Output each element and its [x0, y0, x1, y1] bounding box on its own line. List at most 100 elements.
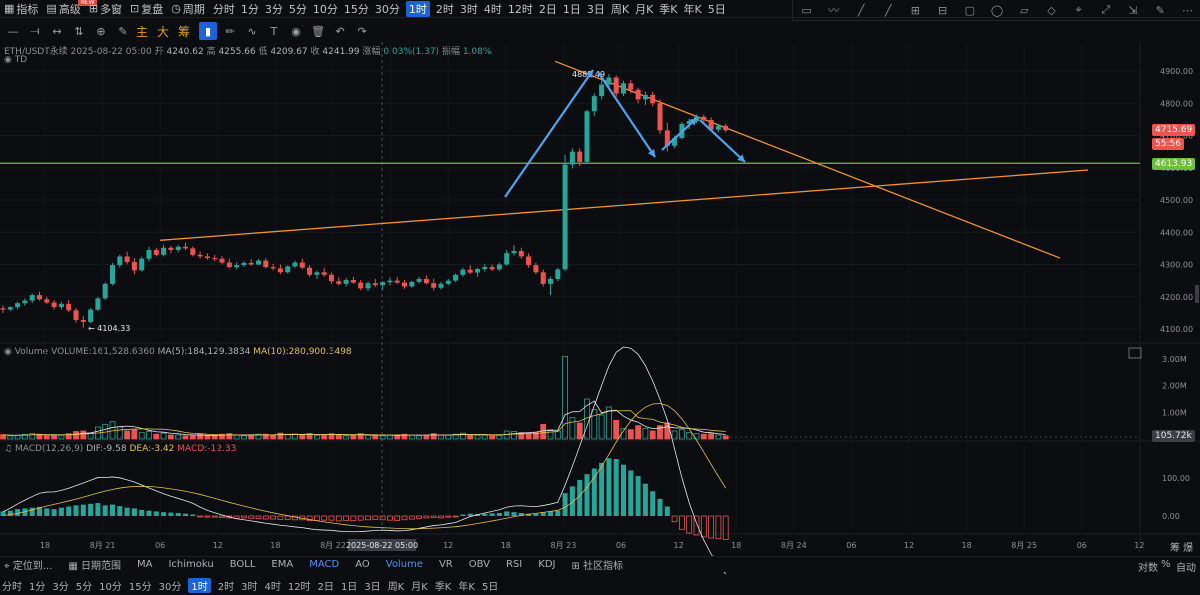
- time-tick-label: 18: [731, 541, 741, 550]
- scale-auto-button[interactable]: 自动: [1176, 559, 1196, 574]
- candle-body: [482, 267, 488, 270]
- candle-body: [409, 281, 415, 287]
- macd-hist-bar: [386, 515, 393, 521]
- indicator-tab-4[interactable]: BOLL: [230, 559, 256, 570]
- candle-body: [431, 283, 437, 288]
- macd-hist-bar: [489, 513, 495, 516]
- macd-hist-bar: [335, 515, 342, 522]
- crosshair-time-label: 2025-08-22 05:00: [346, 541, 418, 550]
- macd-hist-bar: [313, 515, 320, 521]
- macd-hist-bar: [671, 515, 678, 523]
- support-price-label: 4613.93: [1152, 158, 1196, 170]
- volume-bar: [372, 435, 379, 440]
- volume-bar: [627, 429, 634, 440]
- macd-hist-bar: [394, 515, 401, 521]
- period-13[interactable]: 1日: [341, 578, 357, 593]
- community-icon: ⊞: [571, 561, 584, 572]
- volume-bar: [467, 434, 474, 440]
- period-3[interactable]: 5分: [76, 578, 92, 593]
- indicator-tab-0[interactable]: ⌖ 定位到...: [4, 557, 52, 572]
- macd-hist-bar: [88, 503, 94, 516]
- volume-bar: [686, 431, 693, 440]
- macd-hist-bar: [131, 508, 137, 516]
- period-5[interactable]: 15分: [129, 578, 152, 593]
- macd-tick-label: 100.00: [1162, 474, 1190, 483]
- macd-hist-bar: [628, 470, 634, 516]
- macd-tick-label: 0.00: [1162, 512, 1180, 521]
- candle-body: [234, 265, 240, 268]
- candle-body: [402, 282, 407, 287]
- indicator-tab-5[interactable]: EMA: [271, 559, 293, 570]
- indicator-tab-7[interactable]: AO: [355, 559, 370, 570]
- period-0[interactable]: 分时: [2, 578, 22, 593]
- candle-body: [621, 83, 626, 94]
- macd-hist-bar: [708, 515, 714, 539]
- period-2[interactable]: 3分: [52, 578, 68, 593]
- period-19[interactable]: 5日: [482, 578, 498, 593]
- volume-bar: [671, 430, 678, 440]
- macd-hist-bar: [621, 464, 626, 516]
- indicator-tab-10[interactable]: OBV: [469, 559, 490, 570]
- macd-hist-bar: [343, 515, 350, 521]
- indicator-tab-1[interactable]: ▦ 日期范围: [68, 557, 121, 572]
- macd-hist-bar: [66, 506, 72, 516]
- period-18[interactable]: 年K: [458, 578, 475, 593]
- candle-body: [190, 248, 196, 255]
- volume-tick-label: 3.00M: [1162, 355, 1187, 364]
- macd-hist-bar: [430, 515, 437, 518]
- volume-bar: [613, 419, 620, 440]
- candle-body: [80, 319, 86, 322]
- macd-hist-bar: [423, 515, 430, 519]
- period-11[interactable]: 12时: [288, 578, 311, 593]
- macd-hist-bar: [686, 515, 693, 534]
- candle-body: [248, 262, 254, 265]
- period-12[interactable]: 2日: [318, 578, 334, 593]
- macd-hist-bar: [117, 506, 123, 516]
- candle-body: [423, 279, 429, 284]
- period-8[interactable]: 2时: [218, 578, 234, 593]
- period-6[interactable]: 30分: [159, 578, 182, 593]
- indicator-tab-6[interactable]: MACD: [309, 559, 339, 570]
- candle-body: [642, 94, 648, 100]
- macd-hist-bar: [408, 515, 415, 520]
- time-tick-label: 8月 21: [90, 541, 116, 550]
- period-4[interactable]: 10分: [99, 578, 122, 593]
- volume-bar: [189, 435, 196, 440]
- period-10[interactable]: 4时: [264, 578, 280, 593]
- indicator-tab-2[interactable]: MA: [137, 559, 152, 570]
- candle-body: [657, 103, 663, 131]
- price-chart[interactable]: 4100.004200.004300.004400.004500.004600.…: [0, 0, 1200, 595]
- candle-body: [168, 247, 174, 250]
- macd-hist-bar: [533, 513, 539, 516]
- indicator-tab-3[interactable]: Ichimoku: [168, 559, 213, 570]
- indicator-tab-8[interactable]: Volume: [386, 559, 423, 570]
- low-annotation: ← 4104.33: [88, 324, 130, 333]
- candle-body: [715, 125, 721, 130]
- rising-trendline: [159, 169, 1089, 241]
- candle-body: [183, 246, 188, 249]
- period-14[interactable]: 3日: [364, 578, 380, 593]
- indicator-tab-9[interactable]: VR: [439, 559, 453, 570]
- candle-body: [124, 256, 130, 262]
- macd-hist-bar: [357, 515, 364, 521]
- period-15[interactable]: 周K: [388, 578, 405, 593]
- candle-body: [51, 302, 57, 308]
- candle-body: [285, 266, 291, 273]
- period-17[interactable]: 季K: [435, 578, 452, 593]
- indicator-tab-12[interactable]: KDJ: [538, 559, 555, 570]
- candle-body: [277, 268, 283, 273]
- period-9[interactable]: 3时: [241, 578, 257, 593]
- period-7[interactable]: 1时: [188, 577, 211, 593]
- candle-body: [226, 262, 232, 268]
- candle-body: [555, 269, 561, 280]
- scale-pct-button[interactable]: %: [1161, 559, 1171, 570]
- macd-hist-bar: [153, 511, 159, 516]
- indicator-tab-11[interactable]: RSI: [506, 559, 522, 570]
- indicator-tab-13[interactable]: ⊞ 社区指标: [571, 557, 623, 572]
- period-16[interactable]: 月K: [411, 578, 428, 593]
- macd-hist-bar: [416, 515, 423, 519]
- scale-log-button[interactable]: 对数: [1138, 559, 1158, 574]
- candle-body: [153, 249, 159, 255]
- period-1[interactable]: 1分: [29, 578, 45, 593]
- price-tick-label: 4200.00: [1160, 293, 1193, 302]
